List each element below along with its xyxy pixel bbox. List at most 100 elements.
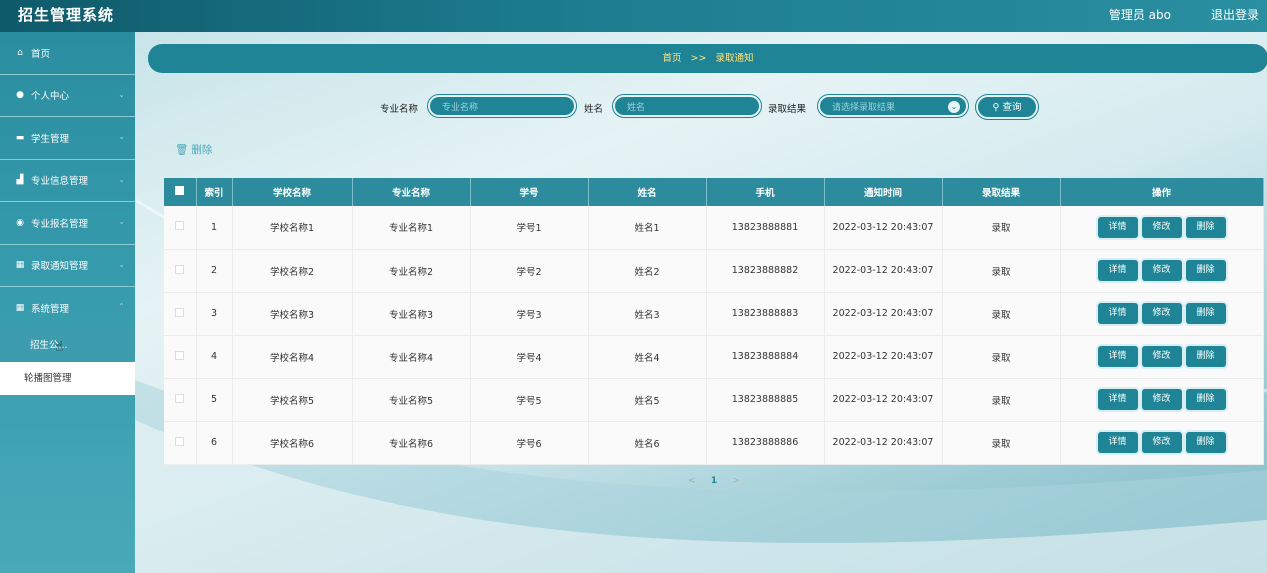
sidebar-item-label: 录取通知管理 — [31, 261, 89, 273]
sidebar-item-home[interactable]: ⌂ 首页 — [0, 32, 135, 75]
admission-result-label: 录取结果 — [768, 104, 807, 115]
query-button[interactable]: ⚲ 查询 — [975, 94, 1039, 120]
detail-button[interactable]: 详情 — [1097, 346, 1138, 367]
chevron-down-icon: ⌄ — [118, 259, 125, 269]
row-checkbox[interactable] — [175, 393, 185, 403]
sidebar-item-label: 专业报名管理 — [31, 218, 89, 230]
delete-button[interactable]: 删除 — [1185, 346, 1226, 367]
breadcrumb-separator: >> — [690, 53, 707, 64]
row-checkbox[interactable] — [175, 307, 185, 317]
edit-button[interactable]: 修改 — [1141, 216, 1182, 238]
table-cell-major: 专业名称6 — [352, 421, 471, 465]
edit-button[interactable]: 修改 — [1141, 260, 1182, 281]
detail-button[interactable]: 详情 — [1097, 389, 1138, 410]
sidebar-item-label: 学生管理 — [31, 133, 70, 145]
column-header: 学校名称 — [232, 178, 353, 206]
sidebar-item-major-registration-management[interactable]: ◉ 专业报名管理 ⌄ — [0, 202, 135, 245]
delete-button[interactable]: 删除 — [1185, 216, 1226, 238]
row-select-cell[interactable] — [164, 421, 197, 465]
row-checkbox[interactable] — [175, 264, 185, 274]
admission-notice-table: 索引 学校名称 专业名称 学号 姓名 手机 通知时间 录取结果 操作 1 学校名称… — [164, 178, 1264, 465]
delete-button[interactable]: 删除 — [1185, 260, 1226, 281]
edit-button[interactable]: 修改 — [1141, 432, 1182, 453]
edit-button[interactable]: 修改 — [1141, 346, 1182, 367]
student-name-input[interactable]: 姓名 — [612, 94, 762, 118]
table-row[interactable]: 6 学校名称6 专业名称6 学号6 姓名6 13823888886 2022-03-12 2… — [164, 421, 1264, 465]
table-cell-school: 学校名称3 — [232, 292, 353, 336]
row-actions-cell: 详情 修改 删除 — [1060, 335, 1264, 379]
table-cell-school: 学校名称1 — [232, 206, 353, 250]
table-header-row: 索引 学校名称 专业名称 学号 姓名 手机 通知时间 录取结果 操作 — [164, 178, 1264, 206]
table-cell-school: 学校名称2 — [232, 249, 353, 293]
table-cell-index: 2 — [196, 249, 233, 293]
sidebar-item-student-management[interactable]: ▬ 学生管理 ⌄ — [0, 117, 135, 160]
edit-button[interactable]: 修改 — [1141, 303, 1182, 324]
row-actions-cell: 详情 修改 删除 — [1060, 378, 1264, 422]
select-all-checkbox[interactable] — [175, 186, 185, 195]
row-select-cell[interactable] — [164, 292, 197, 336]
table-cell-time: 2022-03-12 20:43:07 — [824, 206, 943, 250]
table-row[interactable]: 4 学校名称4 专业名称4 学号4 姓名4 13823888884 2022-03-12 2… — [164, 335, 1264, 379]
table-cell-phone: 13823888886 — [706, 421, 825, 465]
detail-button[interactable]: 详情 — [1097, 432, 1138, 453]
page-number-1[interactable]: 1 — [711, 476, 717, 490]
trash-icon: 🗑 — [175, 144, 189, 156]
row-select-cell[interactable] — [164, 249, 197, 293]
table-cell-time: 2022-03-12 20:43:07 — [824, 378, 943, 422]
detail-button[interactable]: 详情 — [1097, 260, 1138, 281]
table-row[interactable]: 5 学校名称5 专业名称5 学号5 姓名5 13823888885 2022-03-12 2… — [164, 378, 1264, 422]
logout-link[interactable]: 退出登录 — [1211, 6, 1259, 23]
breadcrumb-current: 录取通知 — [715, 53, 754, 64]
next-page-button[interactable]: > — [732, 476, 740, 490]
table-cell-school: 学校名称5 — [232, 378, 353, 422]
table-row[interactable]: 1 学校名称1 专业名称1 学号1 姓名1 13823888881 2022-03-12 2… — [164, 206, 1264, 250]
delete-button[interactable]: 删除 — [1185, 389, 1226, 410]
row-select-cell[interactable] — [164, 378, 197, 422]
major-name-label: 专业名称 — [380, 104, 419, 115]
detail-button[interactable]: 详情 — [1097, 303, 1138, 324]
table-cell-name: 姓名5 — [588, 378, 707, 422]
detail-button[interactable]: 详情 — [1097, 216, 1138, 238]
select-all-header[interactable] — [164, 178, 197, 206]
batch-delete-button[interactable]: 🗑 删除 — [175, 142, 212, 157]
sidebar-item-label: 专业信息管理 — [31, 176, 89, 188]
table-row[interactable]: 3 学校名称3 专业名称3 学号3 姓名3 13823888883 2022-03-12 2… — [164, 292, 1264, 336]
edit-button[interactable]: 修改 — [1141, 389, 1182, 410]
table-row[interactable]: 2 学校名称2 专业名称2 学号2 姓名2 13823888882 2022-03-12 2… — [164, 249, 1264, 293]
column-header: 专业名称 — [352, 178, 471, 206]
table-cell-student-no: 学号1 — [470, 206, 589, 250]
admission-result-select[interactable]: 请选择录取结果 ⌄ — [817, 94, 969, 118]
table-cell-major: 专业名称5 — [352, 378, 471, 422]
column-header: 操作 — [1060, 178, 1264, 206]
delete-button[interactable]: 删除 — [1185, 303, 1226, 324]
table-cell-index: 5 — [196, 378, 233, 422]
table-cell-major: 专业名称1 — [352, 206, 471, 250]
delete-button[interactable]: 删除 — [1185, 432, 1226, 453]
row-select-cell[interactable] — [164, 335, 197, 379]
table-cell-student-no: 学号4 — [470, 335, 589, 379]
table-cell-time: 2022-03-12 20:43:07 — [824, 292, 943, 336]
row-checkbox[interactable] — [175, 350, 185, 360]
table-cell-student-no: 学号5 — [470, 378, 589, 422]
table-cell-major: 专业名称4 — [352, 335, 471, 379]
table-cell-index: 6 — [196, 421, 233, 465]
sidebar-subitem-carousel-management[interactable]: 轮播图管理 — [0, 362, 135, 395]
row-checkbox[interactable] — [175, 221, 185, 231]
major-name-input[interactable]: 专业名称 — [427, 94, 577, 118]
prev-page-button[interactable]: < — [688, 476, 696, 490]
row-select-cell[interactable] — [164, 206, 197, 250]
row-checkbox[interactable] — [175, 436, 185, 446]
pagination: < 1 > — [688, 476, 740, 490]
admin-user-label[interactable]: 管理员 abo — [1109, 6, 1171, 23]
sidebar-item-system-management[interactable]: ▦ 系统管理 ⌃ — [0, 287, 135, 330]
table-cell-phone: 13823888885 — [706, 378, 825, 422]
batch-delete-label: 删除 — [191, 144, 213, 156]
sidebar-item-major-info-management[interactable]: ▟ 专业信息管理 ⌄ — [0, 160, 135, 202]
sidebar-item-admission-notice-management[interactable]: ▦ 录取通知管理 ⌄ — [0, 245, 135, 287]
sidebar-subitem-admission-announcement[interactable]: 招生公... — [0, 329, 135, 362]
breadcrumb-home[interactable]: 首页 — [662, 53, 681, 64]
table-cell-name: 姓名4 — [588, 335, 707, 379]
table-cell-phone: 13823888882 — [706, 249, 825, 293]
grid-icon: ▦ — [15, 260, 25, 271]
table-cell-result: 录取 — [942, 292, 1061, 336]
